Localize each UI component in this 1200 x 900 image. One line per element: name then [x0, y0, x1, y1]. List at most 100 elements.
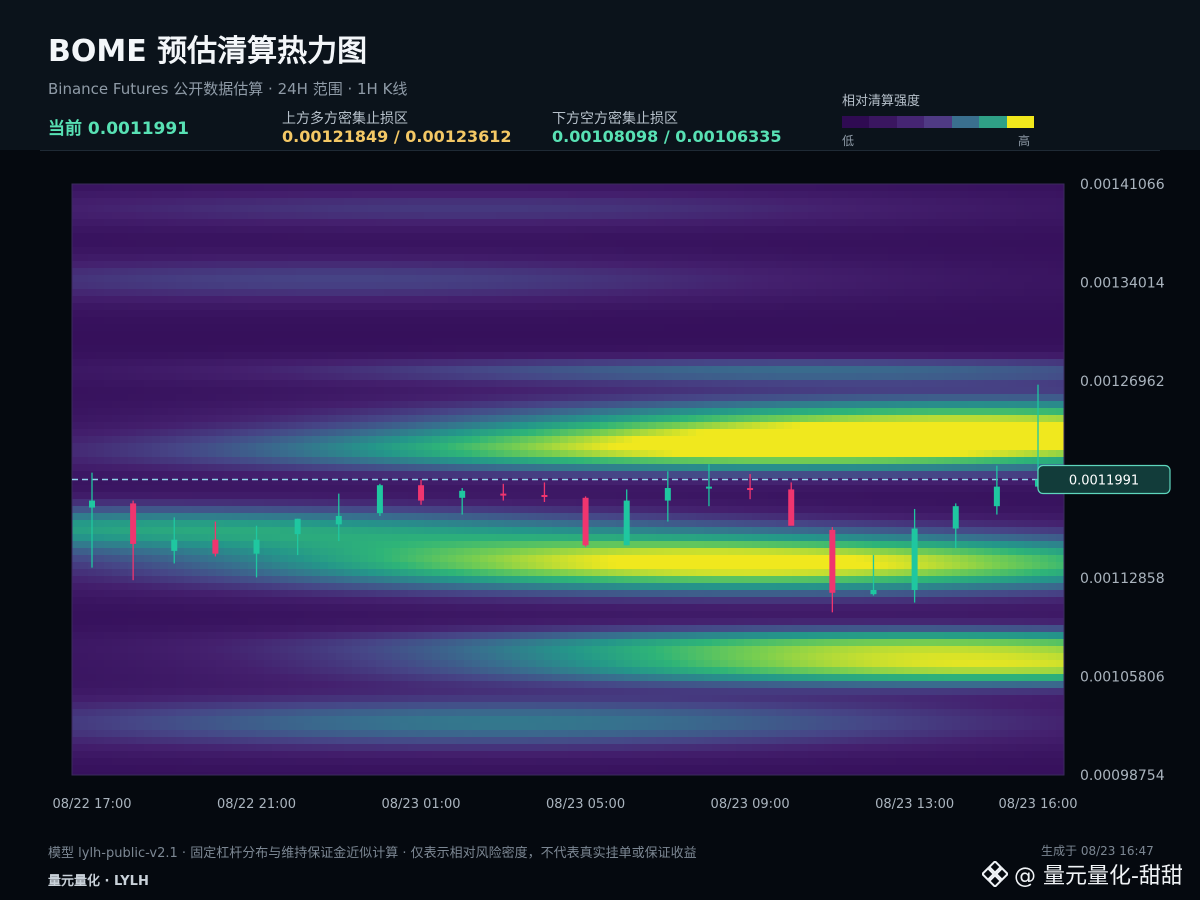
heatmap-cell: [168, 415, 177, 423]
heatmap-cell: [96, 583, 105, 591]
heatmap-cell: [352, 646, 361, 654]
heatmap-cell: [232, 737, 241, 745]
heatmap-cell: [384, 254, 393, 262]
heatmap-cell: [240, 205, 249, 213]
heatmap-cell: [328, 443, 337, 451]
heatmap-cell: [296, 387, 305, 395]
heatmap-cell: [192, 254, 201, 262]
heatmap-cell: [104, 331, 113, 339]
heatmap-cell: [296, 366, 305, 374]
heatmap-cell: [288, 317, 297, 325]
heatmap-cell: [480, 359, 489, 367]
heatmap-cell: [288, 583, 297, 591]
heatmap-cell: [320, 751, 329, 759]
heatmap-cell: [512, 625, 521, 633]
heatmap-cell: [128, 737, 137, 745]
heatmap-cell: [368, 198, 377, 206]
heatmap-cell: [496, 205, 505, 213]
heatmap-cell: [168, 303, 177, 311]
heatmap-cell: [104, 226, 113, 234]
heatmap-cell: [400, 688, 409, 696]
heatmap-cell: [384, 513, 393, 521]
heatmap-cell: [200, 646, 209, 654]
heatmap-cell: [144, 429, 153, 437]
heatmap-cell: [104, 751, 113, 759]
heatmap-cell: [408, 380, 417, 388]
heatmap-cell: [408, 765, 417, 773]
heatmap-cell: [352, 611, 361, 619]
heatmap-cell: [152, 471, 161, 479]
heatmap-cell: [480, 744, 489, 752]
heatmap-cell: [96, 464, 105, 472]
heatmap-cell: [456, 443, 465, 451]
heatmap-cell: [312, 667, 321, 675]
heatmap-cell: [104, 317, 113, 325]
heatmap-cell: [216, 716, 225, 724]
heatmap-cell: [264, 541, 273, 549]
heatmap-cell: [208, 429, 217, 437]
heatmap-cell: [152, 534, 161, 542]
heatmap-cell: [464, 359, 473, 367]
heatmap-cell: [296, 408, 305, 416]
heatmap-cell: [448, 541, 457, 549]
heatmap-cell: [288, 611, 297, 619]
heatmap-cell: [296, 660, 305, 668]
heatmap-cell: [520, 464, 529, 472]
heatmap-cell: [96, 667, 105, 675]
heatmap-cell: [240, 394, 249, 402]
heatmap-cell: [128, 380, 137, 388]
heatmap-cell: [136, 688, 145, 696]
heatmap-cell: [304, 254, 313, 262]
heatmap-cell: [304, 562, 313, 570]
heatmap-cell: [192, 702, 201, 710]
heatmap-cell: [176, 247, 185, 255]
heatmap-cell: [208, 408, 217, 416]
heatmap-cell: [448, 520, 457, 528]
heatmap-cell: [272, 268, 281, 276]
heatmap-cell: [488, 744, 497, 752]
heatmap-cell: [216, 583, 225, 591]
heatmap-cell: [480, 198, 489, 206]
heatmap-cell: [160, 261, 169, 269]
heatmap-cell: [280, 653, 289, 661]
heatmap-cell: [432, 254, 441, 262]
heatmap-cell: [136, 198, 145, 206]
heatmap-cell: [488, 513, 497, 521]
heatmap-cell: [384, 632, 393, 640]
heatmap-cell: [280, 408, 289, 416]
heatmap-cell: [88, 618, 97, 626]
heatmap-cell: [80, 282, 89, 290]
heatmap-cell: [144, 191, 153, 199]
heatmap-cell: [72, 450, 81, 458]
heatmap-cell: [352, 695, 361, 703]
heatmap-cell: [128, 576, 137, 584]
heatmap-cell: [336, 303, 345, 311]
heatmap-cell: [280, 289, 289, 297]
heatmap-cell: [192, 450, 201, 458]
heatmap-cell: [352, 254, 361, 262]
heatmap-cell: [328, 366, 337, 374]
heatmap-cell: [112, 709, 121, 717]
heatmap-cell: [256, 590, 265, 598]
heatmap-cell: [504, 471, 513, 479]
heatmap-cell: [320, 744, 329, 752]
heatmap-cell: [136, 590, 145, 598]
heatmap-cell: [224, 254, 233, 262]
heatmap-cell: [448, 737, 457, 745]
heatmap-cell: [216, 296, 225, 304]
heatmap-cell: [520, 541, 529, 549]
heatmap-cell: [96, 702, 105, 710]
heatmap-cell: [296, 632, 305, 640]
liquidation-heatmap-chart: 0.0011991 0.001410660.001340140.00126962…: [52, 177, 1171, 812]
heatmap-cell: [120, 471, 129, 479]
heatmap-cell: [96, 268, 105, 276]
heatmap-cell: [312, 527, 321, 535]
heatmap-cell: [384, 296, 393, 304]
heatmap-cell: [88, 268, 97, 276]
heatmap-cell: [416, 737, 425, 745]
heatmap-cell: [416, 457, 425, 465]
heatmap-cell: [136, 240, 145, 248]
heatmap-cell: [232, 436, 241, 444]
heatmap-cell: [72, 674, 81, 682]
heatmap-cell: [296, 373, 305, 381]
